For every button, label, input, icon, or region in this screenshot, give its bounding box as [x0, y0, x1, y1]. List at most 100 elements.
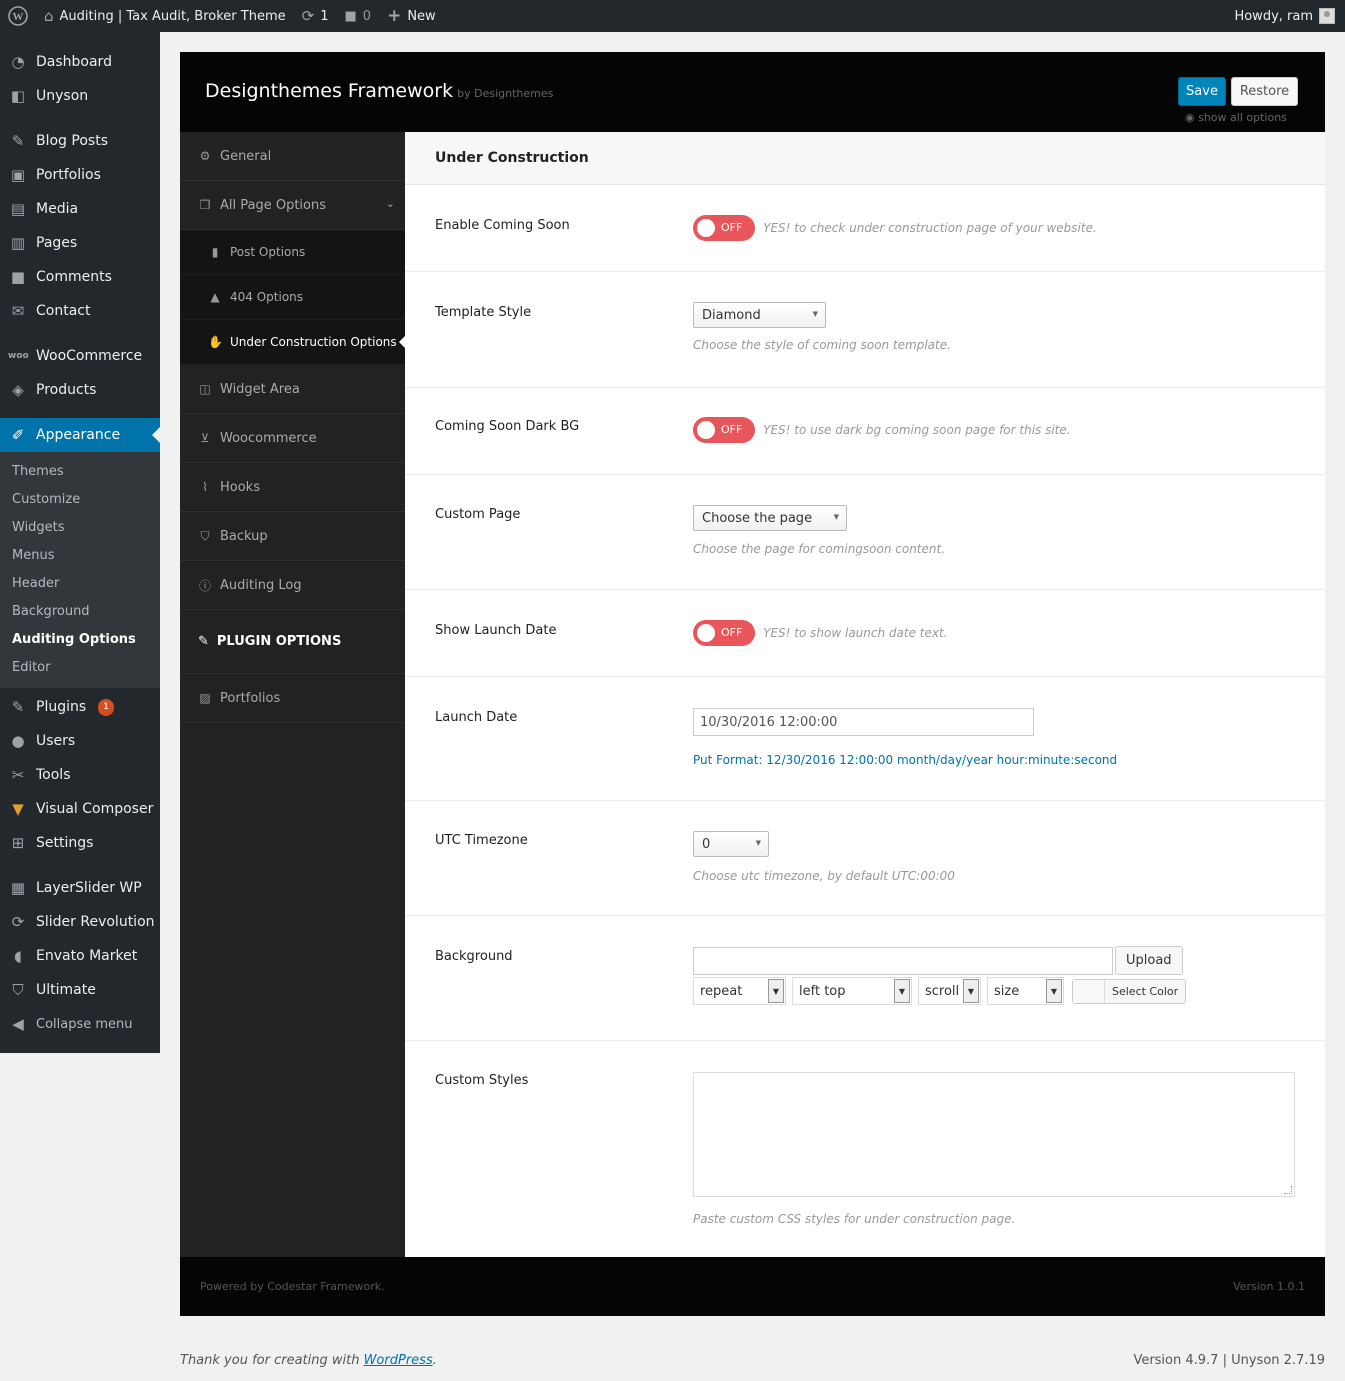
thumbs-down-icon: ✋: [208, 335, 223, 349]
background-position-select[interactable]: left top ▼: [792, 977, 912, 1005]
menu-tools[interactable]: ✂ Tools: [0, 758, 160, 792]
background-attachment-select[interactable]: scroll ▼: [918, 977, 981, 1005]
panel-footer: Powered by Codestar Framework. Version 1…: [180, 1257, 1325, 1316]
background-size-select[interactable]: size ▼: [987, 977, 1064, 1005]
field-help: Choose the style of coming soon template…: [693, 338, 951, 352]
site-name-link[interactable]: ⌂ Auditing | Tax Audit, Broker Theme: [36, 0, 294, 32]
menu-ultimate[interactable]: ⛉ Ultimate: [0, 973, 160, 1007]
menu-layerslider[interactable]: ▦ LayerSlider WP: [0, 871, 160, 905]
comment-bubble-icon: ■: [344, 8, 357, 24]
submenu-widgets[interactable]: Widgets: [0, 514, 160, 542]
nav-all-page-options[interactable]: ❐ All Page Options ⌄: [180, 181, 405, 230]
nav-label: Under Construction Options: [230, 335, 397, 349]
show-launch-date-toggle[interactable]: OFF: [693, 620, 755, 646]
comments-link[interactable]: ■ 0: [336, 0, 379, 32]
select-value: size: [994, 983, 1020, 999]
field-control: OFF YES! to show launch date text.: [693, 620, 947, 646]
nav-backup[interactable]: ⛉ Backup: [180, 512, 405, 561]
select-value: repeat: [700, 983, 743, 999]
menu-envato-market[interactable]: ◖ Envato Market: [0, 939, 160, 973]
template-style-select[interactable]: Diamond: [693, 302, 826, 328]
field-control: 0 Choose utc timezone, by default UTC:00…: [693, 831, 955, 883]
menu-visual-composer[interactable]: ▼ Visual Composer: [0, 792, 160, 826]
field-label: Coming Soon Dark BG: [435, 419, 580, 434]
submenu-themes[interactable]: Themes: [0, 458, 160, 486]
nav-hooks[interactable]: ⌇ Hooks: [180, 463, 405, 512]
utc-timezone-select[interactable]: 0: [693, 831, 769, 857]
appearance-submenu: Themes Customize Widgets Menus Header Ba…: [0, 452, 160, 688]
submenu-editor[interactable]: Editor: [0, 654, 160, 682]
comments-icon: ■: [10, 268, 26, 286]
menu-collapse[interactable]: ◀ Collapse menu: [0, 1007, 160, 1041]
menu-dashboard[interactable]: ◔ Dashboard: [0, 45, 160, 79]
menu-contact[interactable]: ✉ Contact: [0, 294, 160, 328]
submenu-header[interactable]: Header: [0, 570, 160, 598]
submenu-menus[interactable]: Menus: [0, 542, 160, 570]
user-icon: ●: [11, 732, 25, 750]
menu-label: Settings: [36, 835, 94, 851]
menu-label: Appearance: [36, 427, 121, 443]
menu-appearance[interactable]: ✐ Appearance: [0, 418, 160, 452]
menu-products[interactable]: ◈ Products: [0, 373, 160, 407]
plugin-options-heading: ✎ PLUGIN OPTIONS: [180, 610, 405, 674]
menu-media[interactable]: ▤ Media: [0, 192, 160, 226]
menu-unyson[interactable]: ◧ Unyson: [0, 79, 160, 113]
all-page-options-submenu: ▮ Post Options ▲ 404 Options ✋ Under Constr…: [180, 230, 405, 365]
menu-slider-revolution[interactable]: ⟳ Slider Revolution: [0, 905, 160, 939]
show-all-label: show all options: [1198, 111, 1287, 124]
site-title: Auditing | Tax Audit, Broker Theme: [59, 8, 286, 24]
powered-by-text: Powered by Codestar Framework.: [200, 1280, 385, 1293]
thanks-text: Thank you for creating with: [180, 1353, 364, 1368]
field-label: Enable Coming Soon: [435, 218, 570, 233]
menu-users[interactable]: ● Users: [0, 724, 160, 758]
updates-link[interactable]: ⟳ 1: [294, 0, 337, 32]
nav-label: General: [220, 148, 272, 164]
field-help: Put Format: 12/30/2016 12:00:00 month/da…: [693, 753, 1118, 767]
enable-coming-soon-toggle[interactable]: OFF: [693, 215, 755, 241]
menu-pages[interactable]: ▥ Pages: [0, 226, 160, 260]
nav-404-options[interactable]: ▲ 404 Options: [180, 275, 405, 320]
custom-page-select[interactable]: Choose the page: [693, 505, 847, 531]
submenu-auditing-options[interactable]: Auditing Options: [0, 626, 160, 654]
dashboard-icon: ◔: [11, 53, 25, 71]
nav-woocommerce[interactable]: ⊻ Woocommerce: [180, 414, 405, 463]
toggle-state: OFF: [721, 221, 743, 234]
new-content-link[interactable]: + New: [379, 0, 444, 32]
field-show-launch-date: Show Launch Date OFF YES! to show launch…: [405, 590, 1325, 677]
select-color-button[interactable]: Select Color: [1072, 978, 1187, 1004]
avatar: [1319, 8, 1335, 24]
menu-settings[interactable]: ⊞ Settings: [0, 826, 160, 860]
save-button[interactable]: Save: [1178, 77, 1226, 106]
nav-general[interactable]: ⚙ General: [180, 132, 405, 181]
submenu-background[interactable]: Background: [0, 598, 160, 626]
nav-widget-area[interactable]: ◫ Widget Area: [180, 365, 405, 414]
wordpress-link[interactable]: WordPress: [364, 1353, 433, 1368]
background-repeat-select[interactable]: repeat ▼: [693, 977, 786, 1005]
nav-under-construction-options[interactable]: ✋ Under Construction Options: [180, 320, 405, 365]
upload-button[interactable]: Upload: [1115, 946, 1183, 975]
custom-styles-textarea[interactable]: [693, 1072, 1295, 1197]
background-image-input[interactable]: [693, 946, 1113, 975]
wordpress-logo-icon[interactable]: W: [0, 0, 36, 32]
show-all-options-link[interactable]: ◉ show all options: [1185, 111, 1287, 124]
field-utc-timezone: UTC Timezone 0 Choose utc timezone, by d…: [405, 801, 1325, 916]
menu-comments[interactable]: ■ Comments: [0, 260, 160, 294]
menu-woocommerce[interactable]: woo WooCommerce: [0, 339, 160, 373]
field-label: Template Style: [435, 305, 532, 320]
dark-bg-toggle[interactable]: OFF: [693, 417, 755, 443]
nav-auditing-log[interactable]: ⓘ Auditing Log: [180, 561, 405, 610]
my-account-link[interactable]: Howdy, ram: [1226, 0, 1345, 32]
menu-plugins[interactable]: ✎ Plugins 1: [0, 690, 160, 724]
nav-portfolios[interactable]: ▨ Portfolios: [180, 674, 405, 723]
restore-button[interactable]: Restore: [1231, 77, 1298, 106]
menu-portfolios[interactable]: ▣ Portfolios: [0, 158, 160, 192]
menu-label: Collapse menu: [36, 1016, 133, 1032]
unyson-icon: ◧: [10, 87, 26, 105]
nav-post-options[interactable]: ▮ Post Options: [180, 230, 405, 275]
menu-blog-posts[interactable]: ✎ Blog Posts: [0, 124, 160, 158]
field-help: Paste custom CSS styles for under constr…: [693, 1212, 1016, 1226]
field-control: Upload repeat ▼ left top ▼ scroll ▼ size ▼ S…: [693, 946, 1187, 1005]
launch-date-input[interactable]: 10/30/2016 12:00:00: [693, 708, 1034, 736]
submenu-customize[interactable]: Customize: [0, 486, 160, 514]
dropdown-arrow-icon: ▼: [768, 979, 784, 1003]
